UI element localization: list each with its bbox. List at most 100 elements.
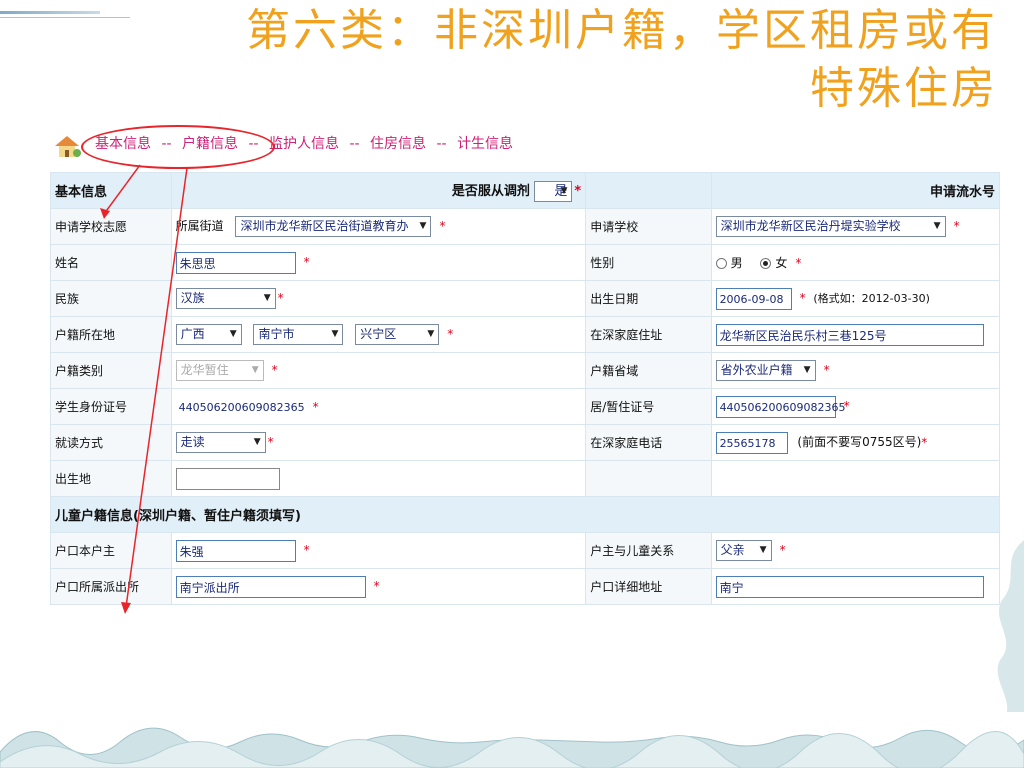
hukou-type-select[interactable]: 龙华暂住 ▼	[175, 360, 264, 381]
chevron-down-icon: ▼	[253, 437, 261, 447]
obey-select[interactable]: 是 ▼	[534, 180, 573, 202]
householder-cell: 朱强 *	[170, 532, 587, 569]
application-form: 基本信息 是否服从调剂 是 ▼ * 申请流水号 申请学校志愿 所属街道 深圳市龙华新…	[50, 172, 1000, 605]
chevron-down-icon: ▼	[229, 329, 237, 339]
required-mark: *	[267, 435, 274, 449]
street-label: 所属街道	[175, 219, 224, 233]
ethnic-label: 民族	[50, 280, 172, 317]
obey-label: 是否服从调剂	[451, 183, 530, 199]
study-select[interactable]: 走读 ▼	[175, 432, 266, 453]
relation-select[interactable]: 父亲 ▼	[715, 540, 772, 561]
required-mark: *	[799, 291, 806, 305]
school-pref-label: 申请学校志愿	[50, 208, 172, 245]
hukou-loc-cell: 广西 ▼ 南宁市 ▼ 兴宁区 ▼ *	[170, 316, 587, 353]
table-row: 出生地	[50, 460, 1000, 497]
school-value: 深圳市龙华新区民治丹堤实验学校	[720, 219, 901, 233]
district-select[interactable]: 兴宁区 ▼	[355, 324, 440, 345]
chevron-down-icon: ▼	[419, 221, 427, 231]
chevron-down-icon: ▼	[251, 365, 259, 375]
district-value: 兴宁区	[360, 327, 397, 341]
city-value: 南宁市	[258, 327, 295, 341]
slide-title-line1: 第六类：非深圳户籍，学区租房或有	[246, 5, 998, 56]
table-row: 姓名 朱思思 * 性别 男 女 *	[50, 244, 1000, 281]
ethnic-select[interactable]: 汉族 ▼	[175, 288, 276, 309]
street-select[interactable]: 深圳市龙华新区民治街道教育办 ▼	[235, 216, 432, 237]
police-input[interactable]: 南宁派出所	[175, 575, 366, 598]
hukou-type-label: 户籍类别	[50, 352, 172, 389]
home-addr-input[interactable]: 龙华新区民治民乐村三巷125号	[715, 323, 984, 346]
serial-label: 申请流水号	[710, 172, 1000, 209]
residence-cell: 440506200609082365*	[710, 388, 1000, 425]
study-value: 走读	[180, 435, 205, 449]
nav-item-guardian[interactable]: 监护人信息	[269, 133, 339, 153]
detail-addr-label: 户口详细地址	[585, 568, 712, 605]
detail-addr-input[interactable]: 南宁	[715, 575, 984, 598]
chevron-down-icon: ▼	[759, 545, 767, 555]
relation-value: 父亲	[720, 543, 745, 557]
hukou-prov-select[interactable]: 省外农业户籍 ▼	[715, 360, 816, 381]
name-input[interactable]: 朱思思	[175, 251, 296, 274]
birth-input[interactable]: 2006-09-08	[715, 287, 792, 310]
phone-hint: (前面不要写0755区号)	[797, 435, 922, 449]
chevron-down-icon: ▼	[263, 293, 271, 303]
section-title-child: 儿童户籍信息(深圳户籍、暂住户籍须填写)	[50, 496, 1000, 533]
birth-cell: 2006-09-08 * (格式如：2012-03-30)	[710, 280, 1000, 317]
phone-input[interactable]: 25565178	[715, 431, 788, 454]
nav-item-family-planning[interactable]: 计生信息	[457, 133, 513, 153]
name-label: 姓名	[50, 244, 172, 281]
empty-cell	[710, 460, 1000, 497]
birthplace-input[interactable]	[175, 467, 280, 490]
hukou-prov-label: 户籍省域	[585, 352, 712, 389]
house-icon	[55, 136, 81, 157]
decorative-wave-border	[0, 712, 1024, 768]
required-mark: *	[277, 291, 284, 305]
police-label: 户口所属派出所	[50, 568, 172, 605]
decorative-wave-side	[997, 540, 1024, 720]
gender-male-label: 男	[730, 256, 743, 270]
required-mark: *	[843, 399, 850, 413]
phone-cell: 25565178 (前面不要写0755区号)*	[710, 424, 1000, 461]
screenshot-panel: 基本信息 -- 户籍信息 -- 监护人信息 -- 住房信息 -- 计生信息 基本…	[50, 120, 1000, 720]
required-mark: *	[312, 399, 319, 414]
empty-cell	[585, 172, 712, 209]
police-cell: 南宁派出所 *	[170, 568, 587, 605]
required-mark: *	[795, 256, 802, 270]
school-cell: 深圳市龙华新区民治丹堤实验学校 ▼ *	[710, 208, 1000, 245]
name-cell: 朱思思 *	[170, 244, 587, 281]
required-mark: *	[574, 183, 582, 199]
required-mark: *	[271, 363, 278, 377]
school-select[interactable]: 深圳市龙华新区民治丹堤实验学校 ▼	[715, 216, 946, 237]
required-mark: *	[921, 435, 928, 449]
hukou-loc-label: 户籍所在地	[50, 316, 172, 353]
ethnic-cell: 汉族 ▼ *	[170, 280, 587, 317]
street-value: 深圳市龙华新区民治街道教育办	[240, 219, 409, 233]
relation-label: 户主与儿童关系	[585, 532, 712, 569]
nav-item-housing[interactable]: 住房信息	[370, 133, 426, 153]
required-mark: *	[953, 219, 960, 233]
table-row: 申请学校志愿 所属街道 深圳市龙华新区民治街道教育办 ▼ * 申请学校 深圳市龙华新…	[50, 208, 1000, 245]
gender-female-radio[interactable]	[760, 258, 772, 269]
required-mark: *	[823, 363, 830, 377]
gender-male-radio[interactable]	[715, 258, 727, 269]
required-mark: *	[779, 543, 786, 557]
home-addr-label: 在深家庭住址	[585, 316, 712, 353]
city-select[interactable]: 南宁市 ▼	[253, 324, 344, 345]
table-row: 学生身份证号 440506200609082365 * 居/暂住证号 440506…	[50, 388, 1000, 425]
required-mark: *	[439, 219, 446, 233]
hukou-prov-value: 省外农业户籍	[720, 363, 793, 377]
slide-title-line2: 特殊住房	[810, 63, 998, 114]
detail-addr-cell: 南宁	[710, 568, 1000, 605]
birthplace-label: 出生地	[50, 460, 172, 497]
province-select[interactable]: 广西 ▼	[175, 324, 242, 345]
id-cell: 440506200609082365 *	[170, 388, 587, 425]
gender-female-label: 女	[775, 256, 788, 270]
section-title-basic: 基本信息	[50, 172, 172, 209]
residence-input[interactable]: 440506200609082365	[715, 395, 846, 418]
slide-title: 第六类：非深圳户籍，学区租房或有 特殊住房	[58, 2, 998, 118]
required-mark: *	[303, 255, 310, 269]
nav-separator: --	[349, 136, 360, 152]
birthplace-cell	[170, 460, 587, 497]
step-nav: 基本信息 -- 户籍信息 -- 监护人信息 -- 住房信息 -- 计生信息	[50, 120, 1000, 174]
table-row: 户口所属派出所 南宁派出所 * 户口详细地址 南宁	[50, 568, 1000, 605]
householder-input[interactable]: 朱强	[175, 539, 296, 562]
